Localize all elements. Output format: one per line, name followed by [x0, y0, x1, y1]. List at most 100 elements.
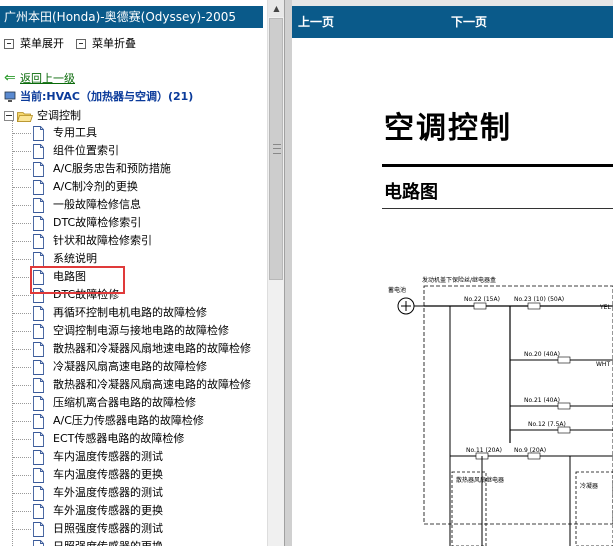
tree-item-label: DTC故障检修索引 [53, 216, 142, 229]
tree-item-label: 针状和故障检修索引 [53, 234, 152, 247]
tree-item[interactable]: 车外温度传感器的测试 [32, 484, 163, 502]
fuse-box-label: 发动机盖下保险丝/继电器盒 [422, 276, 496, 284]
fuse-22 [473, 302, 487, 310]
tree-branch-line [13, 187, 31, 188]
document-icon [33, 179, 44, 195]
tree-item-label: ECT传感器电路的故障检修 [53, 432, 185, 445]
menu-expand-button[interactable]: 菜单展开 [4, 35, 64, 53]
fuse-12 [557, 426, 571, 434]
relay2-label: 冷凝器 [580, 482, 598, 490]
document-icon [33, 143, 44, 159]
tree-item[interactable]: 散热器和冷凝器风扇地速电路的故障检修 [32, 340, 251, 358]
tree-root[interactable]: 空调控制 [4, 108, 81, 124]
tree-item-label: 再循环控制电机电路的故障检修 [53, 306, 207, 319]
tree-item-label: 冷凝器风扇高速电路的故障检修 [53, 360, 207, 373]
tree-item[interactable]: 组件位置索引 [32, 142, 119, 160]
document-icon [33, 539, 44, 546]
tree-item[interactable]: 压缩机离合器电路的故障检修 [32, 394, 196, 412]
tree-branch-line [13, 169, 31, 170]
tree-item[interactable]: A/C制冷剂的更换 [32, 178, 138, 196]
document-icon [33, 521, 44, 537]
prev-page-button[interactable]: 上一页 [298, 6, 334, 38]
computer-icon [4, 91, 16, 102]
menu-expand-label: 菜单展开 [20, 37, 64, 50]
wire-yel-label: YEL [599, 304, 611, 311]
tree-item-label: 车内温度传感器的测试 [53, 450, 163, 463]
menu-controls: 菜单展开 菜单折叠 [0, 35, 263, 53]
tree-item[interactable]: 冷凝器风扇高速电路的故障检修 [32, 358, 207, 376]
tree-item[interactable]: A/C服务忠告和预防措施 [32, 160, 171, 178]
tree-item-label: 组件位置索引 [53, 144, 119, 157]
relay1-label: 散热器风扇继电器 [456, 476, 504, 484]
document-icon [33, 323, 44, 339]
circuit-diagram: 发动机盖下保险丝/继电器盒 蓄电池 No.22 (15A) No.23 (10)… [388, 276, 613, 546]
selection-highlight [30, 266, 125, 294]
document-icon [33, 377, 44, 393]
panel-title: 广州本田(Honda)-奥德赛(Odyssey)-2005 [0, 6, 263, 28]
tree-branch-line [13, 529, 31, 530]
grip-icon [273, 144, 281, 154]
tree-branch-line [13, 349, 31, 350]
tree-branch-line [13, 403, 31, 404]
tree-item[interactable]: 车内温度传感器的更换 [32, 466, 163, 484]
fuse-23 [527, 302, 541, 310]
tree-item-label: 散热器和冷凝器风扇地速电路的故障检修 [53, 342, 251, 355]
document-icon [33, 341, 44, 357]
tree-item[interactable]: 再循环控制电机电路的故障检修 [32, 304, 207, 322]
tree-item-label: A/C制冷剂的更换 [53, 180, 138, 193]
tree-item[interactable]: A/C压力传感器电路的故障检修 [32, 412, 204, 430]
document-icon [33, 233, 44, 249]
tree-item[interactable]: 专用工具 [32, 124, 97, 142]
back-link-label[interactable]: 返回上一级 [20, 72, 75, 85]
fuse-21 [557, 402, 571, 410]
menu-collapse-label: 菜单折叠 [92, 37, 136, 50]
tree-item[interactable]: 日照强度传感器的更换 [32, 538, 163, 546]
menu-collapse-button[interactable]: 菜单折叠 [76, 35, 136, 53]
fuse-23-label: No.23 (10) (50A) [514, 296, 564, 303]
tree-item[interactable]: DTC故障检修索引 [32, 214, 141, 232]
collapse-node-icon[interactable] [4, 111, 14, 121]
next-page-button[interactable]: 下一页 [451, 6, 487, 38]
back-arrow-icon: ⇐ [4, 70, 16, 86]
tree-branch-line [13, 331, 31, 332]
scroll-up-arrow-icon[interactable]: ▲ [268, 0, 285, 17]
document-icon [33, 431, 44, 447]
wire-wht-label: WHT [596, 361, 610, 368]
tree-item[interactable]: 一般故障检修信息 [32, 196, 141, 214]
tree-item-label: 车外温度传感器的更换 [53, 504, 163, 517]
tree-branch-line [13, 241, 31, 242]
tree-branch-line [13, 313, 31, 314]
tree-item-label: 系统说明 [53, 252, 97, 265]
document-icon [33, 449, 44, 465]
heading-rule [382, 164, 613, 167]
tree-item[interactable]: 日照强度传感器的测试 [32, 520, 163, 538]
tree-item[interactable]: 针状和故障检修索引 [32, 232, 152, 250]
fuse-21-label: No.21 (40A) [524, 397, 560, 404]
document-icon [33, 503, 44, 519]
tree-item[interactable]: 散热器和冷凝器风扇高速电路的故障检修 [32, 376, 251, 394]
tree-branch-line [13, 367, 31, 368]
expand-icon [4, 39, 14, 49]
tree-item-label: 专用工具 [53, 126, 97, 139]
scroll-thumb[interactable] [269, 18, 283, 280]
subheading-rule [382, 208, 613, 209]
tree-branch-line [13, 385, 31, 386]
doc-heading: 空调控制 [384, 111, 512, 146]
tree-item[interactable]: ECT传感器电路的故障检修 [32, 430, 184, 448]
folder-open-icon [17, 111, 33, 122]
tree-item[interactable]: 空调控制电源与接地电路的故障检修 [32, 322, 229, 340]
document-icon [33, 395, 44, 411]
tree-branch-line [13, 223, 31, 224]
tree-item[interactable]: 车内温度传感器的测试 [32, 448, 163, 466]
document-icon [33, 305, 44, 321]
tree-item-label: 空调控制电源与接地电路的故障检修 [53, 324, 229, 337]
tree-branch-line [13, 493, 31, 494]
back-link[interactable]: ⇐ 返回上一级 [4, 70, 75, 86]
tree-item[interactable]: 车外温度传感器的更换 [32, 502, 163, 520]
tree-item-label: 车外温度传感器的测试 [53, 486, 163, 499]
tree-item-label: 日照强度传感器的测试 [53, 522, 163, 535]
tree-branch-line [13, 421, 31, 422]
document-icon [33, 215, 44, 231]
tree-branch-line [13, 133, 31, 134]
tree-scrollbar[interactable]: ▲ [267, 0, 285, 546]
